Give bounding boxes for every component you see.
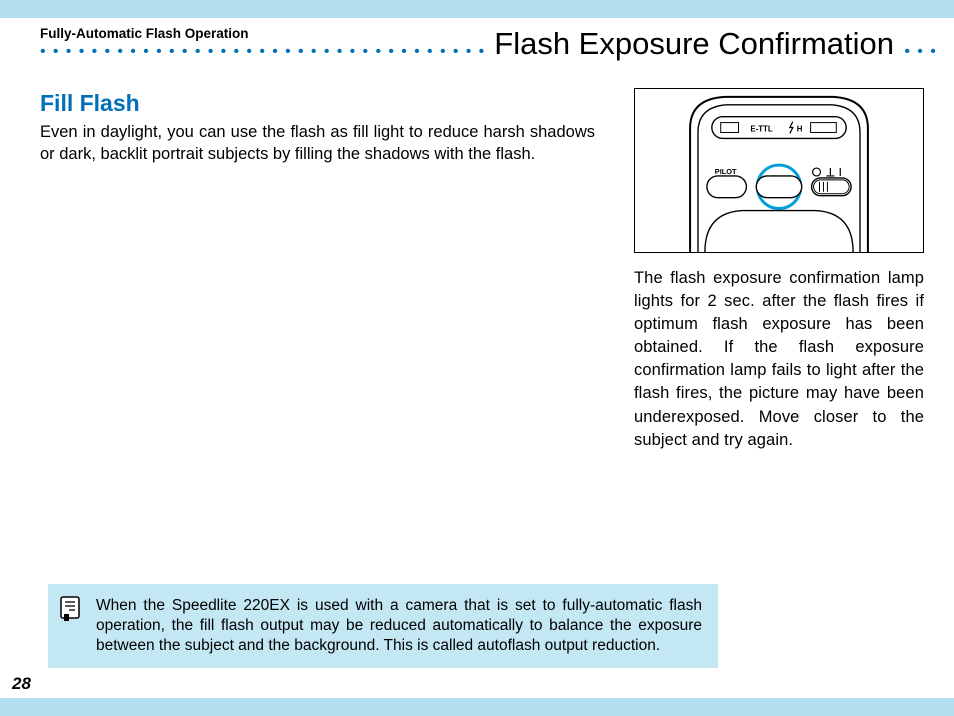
left-column: Fill Flash Even in daylight, you can use…	[40, 90, 595, 166]
flash-diagram: E-TTL H PILOT	[634, 88, 924, 253]
bottom-edge-bar	[0, 698, 954, 716]
ettl-label: E-TTL	[750, 124, 773, 133]
note-text: When the Speedlite 220EX is used with a …	[96, 596, 702, 656]
right-body-text: The flash exposure confirmation lamp lig…	[634, 267, 924, 452]
section-heading: Fill Flash	[40, 90, 595, 117]
note-callout: When the Speedlite 220EX is used with a …	[48, 584, 718, 668]
flash-back-panel-illustration: E-TTL H PILOT	[635, 89, 923, 252]
note-icon	[58, 596, 84, 622]
section-body: Even in daylight, you can use the flash …	[40, 121, 595, 166]
page-number: 28	[12, 674, 31, 694]
pilot-button	[707, 176, 747, 198]
page-title: Flash Exposure Confirmation	[490, 26, 898, 62]
confirmation-lamp	[756, 176, 801, 198]
h-label: H	[797, 124, 803, 133]
pilot-label: PILOT	[715, 167, 737, 176]
breadcrumb: Fully-Automatic Flash Operation	[40, 26, 249, 41]
top-edge-bar	[0, 0, 954, 18]
right-column: E-TTL H PILOT The flash exposur	[634, 88, 924, 452]
